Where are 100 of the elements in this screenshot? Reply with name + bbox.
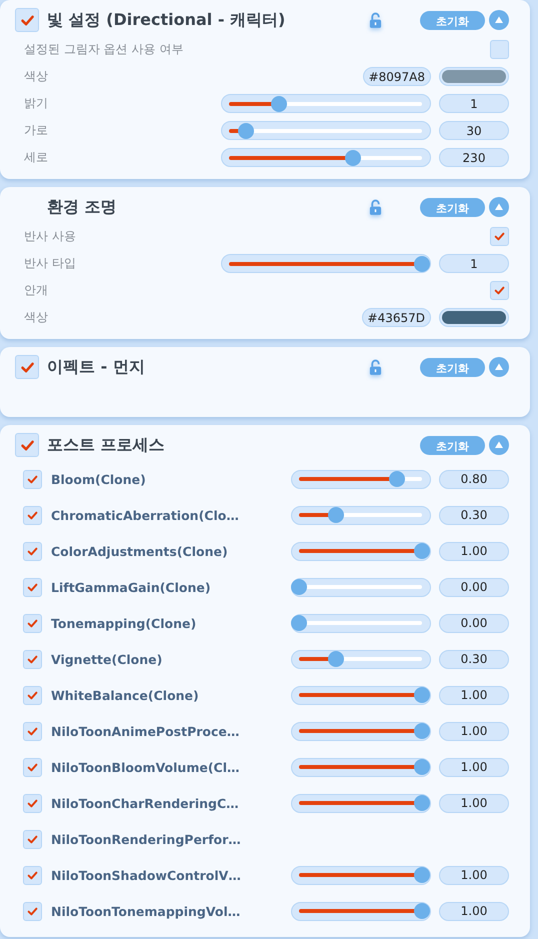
collapse-button[interactable] (489, 197, 509, 217)
value-field[interactable]: 1.00 (439, 794, 509, 812)
setting-label: 색상 (23, 68, 49, 85)
slider[interactable] (291, 470, 431, 488)
slider[interactable] (291, 650, 431, 668)
value-field[interactable]: 0.00 (439, 578, 509, 596)
checkbox[interactable] (23, 830, 42, 848)
collapse-button[interactable] (489, 10, 509, 30)
value-field[interactable]: 1.00 (439, 902, 509, 920)
value-field[interactable]: 0.30 (439, 650, 509, 668)
padlock-icon[interactable] (369, 358, 382, 376)
checkbox[interactable] (23, 686, 42, 704)
effect-name: NiloToonAnimePostProce… (51, 724, 240, 738)
checkmark-icon (26, 508, 39, 522)
effect-name: Tonemapping(Clone) (51, 616, 198, 630)
slider[interactable] (291, 686, 431, 704)
checkmark-icon (26, 652, 39, 666)
checkbox[interactable] (23, 506, 42, 524)
slider[interactable] (291, 542, 431, 560)
checkbox[interactable] (15, 8, 39, 32)
slider[interactable] (291, 722, 431, 740)
effect-name: Bloom(Clone) (51, 472, 147, 486)
slider[interactable] (291, 578, 431, 596)
checkmark-icon (26, 580, 39, 594)
effect-name: ChromaticAberration(Clo… (51, 508, 240, 522)
slider[interactable] (291, 758, 431, 776)
value-field[interactable]: 1 (439, 94, 509, 113)
setting-label: 안개 (23, 282, 49, 299)
slider[interactable] (221, 254, 431, 273)
checkbox[interactable] (490, 40, 509, 59)
value-field[interactable]: 0.30 (439, 506, 509, 524)
color-swatch[interactable] (439, 308, 509, 327)
hex-field[interactable]: #43657D (362, 308, 431, 327)
effect-name: NiloToonTonemappingVol… (51, 904, 242, 918)
collapse-button[interactable] (489, 357, 509, 377)
value-field[interactable]: 1.00 (439, 866, 509, 884)
value-field[interactable]: 0.80 (439, 470, 509, 488)
hex-field[interactable]: #8097A8 (362, 67, 431, 86)
slider[interactable] (291, 902, 431, 920)
triangle-icon (494, 202, 504, 212)
value-field[interactable]: 1 (439, 254, 509, 273)
panel-title: 환경 조명 (47, 196, 118, 218)
value-field[interactable]: 1.00 (439, 686, 509, 704)
effect-name: ColorAdjustments(Clone) (51, 544, 229, 558)
collapse-button[interactable] (489, 435, 509, 455)
panel-title: 이펙트 - 먼지 (47, 356, 146, 378)
value-field[interactable]: 30 (439, 121, 509, 140)
checkbox[interactable] (23, 650, 42, 668)
slider[interactable] (291, 506, 431, 524)
color-swatch[interactable] (439, 67, 509, 86)
checkmark-icon (26, 868, 39, 882)
slider[interactable] (221, 94, 431, 113)
checkmark-icon (493, 230, 506, 243)
slider[interactable] (291, 866, 431, 884)
checkmark-icon (26, 472, 39, 486)
slider[interactable] (291, 794, 431, 812)
value-field[interactable]: 1.00 (439, 758, 509, 776)
checkmark-icon (26, 724, 39, 738)
checkbox[interactable] (23, 578, 42, 596)
triangle-icon (494, 362, 504, 372)
checkbox[interactable] (23, 866, 42, 884)
checkbox[interactable] (23, 758, 42, 776)
checkbox[interactable] (23, 902, 42, 920)
setting-label: 설정된 그림자 옵션 사용 여부 (23, 41, 184, 58)
padlock-icon[interactable] (369, 198, 382, 216)
checkbox[interactable] (23, 794, 42, 812)
checkmark-icon (26, 904, 39, 918)
checkmark-icon (26, 832, 39, 846)
checkbox[interactable] (15, 355, 39, 379)
effect-name: WhiteBalance(Clone) (51, 688, 200, 702)
setting-label: 세로 (23, 149, 49, 166)
checkbox[interactable] (23, 614, 42, 632)
slider[interactable] (221, 121, 431, 140)
value-field[interactable]: 0.00 (439, 614, 509, 632)
checkbox[interactable] (23, 470, 42, 488)
setting-label: 반사 사용 (23, 228, 77, 245)
slider[interactable] (291, 614, 431, 632)
checkbox[interactable] (15, 433, 39, 457)
value-field[interactable]: 1.00 (439, 722, 509, 740)
checkmark-icon (26, 688, 39, 702)
setting-label: 색상 (23, 309, 49, 326)
checkmark-icon (26, 616, 39, 630)
checkbox[interactable] (23, 722, 42, 740)
panel-title: 빛 설정 (Directional - 캐릭터) (47, 10, 286, 30)
effect-name: NiloToonCharRenderingC… (51, 796, 240, 810)
value-field[interactable]: 1.00 (439, 542, 509, 560)
effect-name: NiloToonRenderingPerfor… (51, 832, 242, 846)
setting-label: 반사 타입 (23, 255, 77, 272)
padlock-icon[interactable] (369, 12, 382, 28)
effect-name: NiloToonShadowControlV… (51, 868, 242, 882)
slider[interactable] (221, 148, 431, 167)
effect-name: NiloToonBloomVolume(Cl… (51, 760, 241, 774)
checkbox[interactable] (490, 281, 509, 300)
triangle-icon (494, 440, 504, 450)
checkmark-icon (26, 760, 39, 774)
checkbox[interactable] (490, 227, 509, 246)
setting-label: 가로 (23, 122, 49, 139)
triangle-icon (494, 15, 504, 25)
checkbox[interactable] (23, 542, 42, 560)
value-field[interactable]: 230 (439, 148, 509, 167)
